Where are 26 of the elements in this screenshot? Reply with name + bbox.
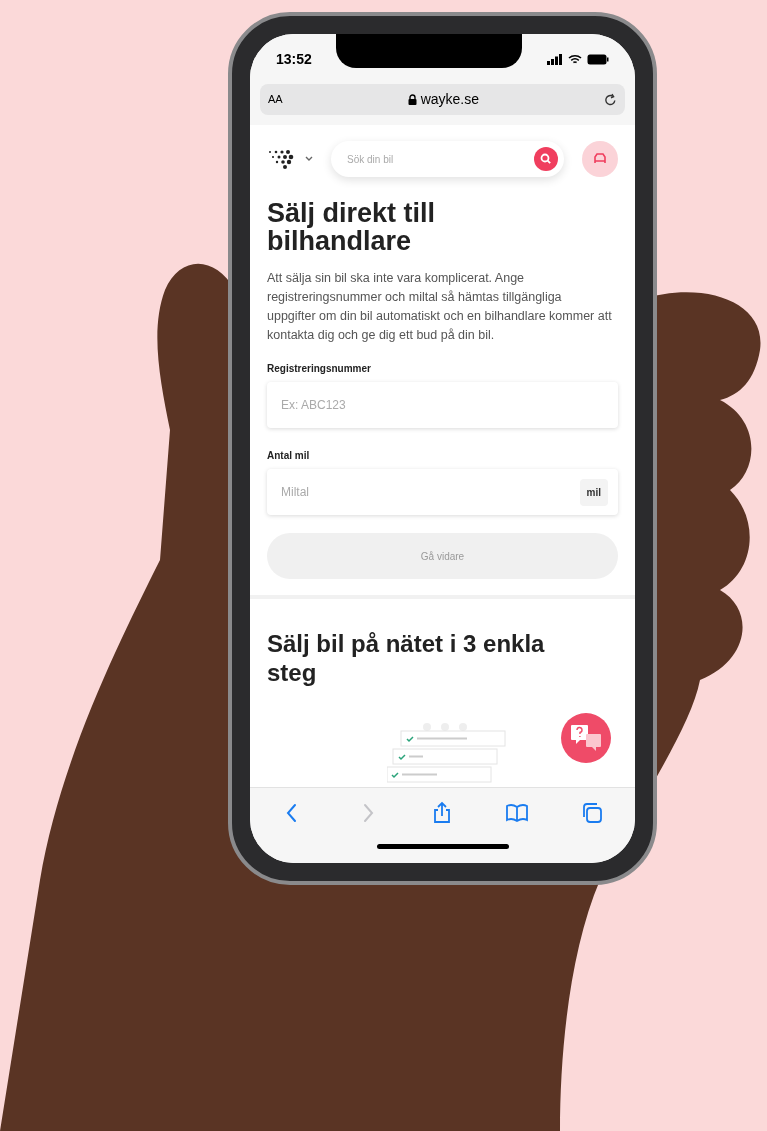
search-field[interactable]: Sök din bil [331,141,564,177]
unit-label: mil [579,478,608,506]
lock-icon [407,94,417,105]
chevron-down-icon[interactable] [305,156,313,162]
section-heading: Sälj bil på nätet i 3 enkla steg [266,629,546,687]
book-icon[interactable] [505,801,530,825]
text-input[interactable]: Miltal [281,483,580,501]
page-title: Sälj direkt till bilhandlare [267,199,437,255]
battery-icon [587,53,609,65]
status-time: 13:52 [276,49,312,69]
field-label: Registreringsnummer [267,362,372,376]
url-text: wayke.se [420,90,479,109]
search-input[interactable]: Sök din bil [347,151,534,167]
reload-icon[interactable] [604,92,617,107]
search-icon[interactable] [534,147,558,171]
text-input[interactable]: Ex: ABC123 [281,396,608,414]
field-label: Antal mil [267,449,311,463]
address-bar[interactable]: AA wayke.se [260,84,625,115]
chat-help-icon[interactable] [561,713,611,763]
text-size-button[interactable]: AA [268,91,283,108]
intro-paragraph: Att sälja sin bil ska inte vara komplicerat. Ange registreringsnummer och miltal så hämtas tillgängliga uppgifter om din bil automatiskt och en bilhandlare kommer att kontakta dig och ge dig ett bud på din bil. [267,270,612,344]
car-icon[interactable] [582,141,618,177]
input-field[interactable]: Miltal mil [267,469,618,515]
input-field[interactable]: Ex: ABC123 [267,382,618,428]
wifi-icon [568,53,582,65]
signal-icon [547,53,563,65]
